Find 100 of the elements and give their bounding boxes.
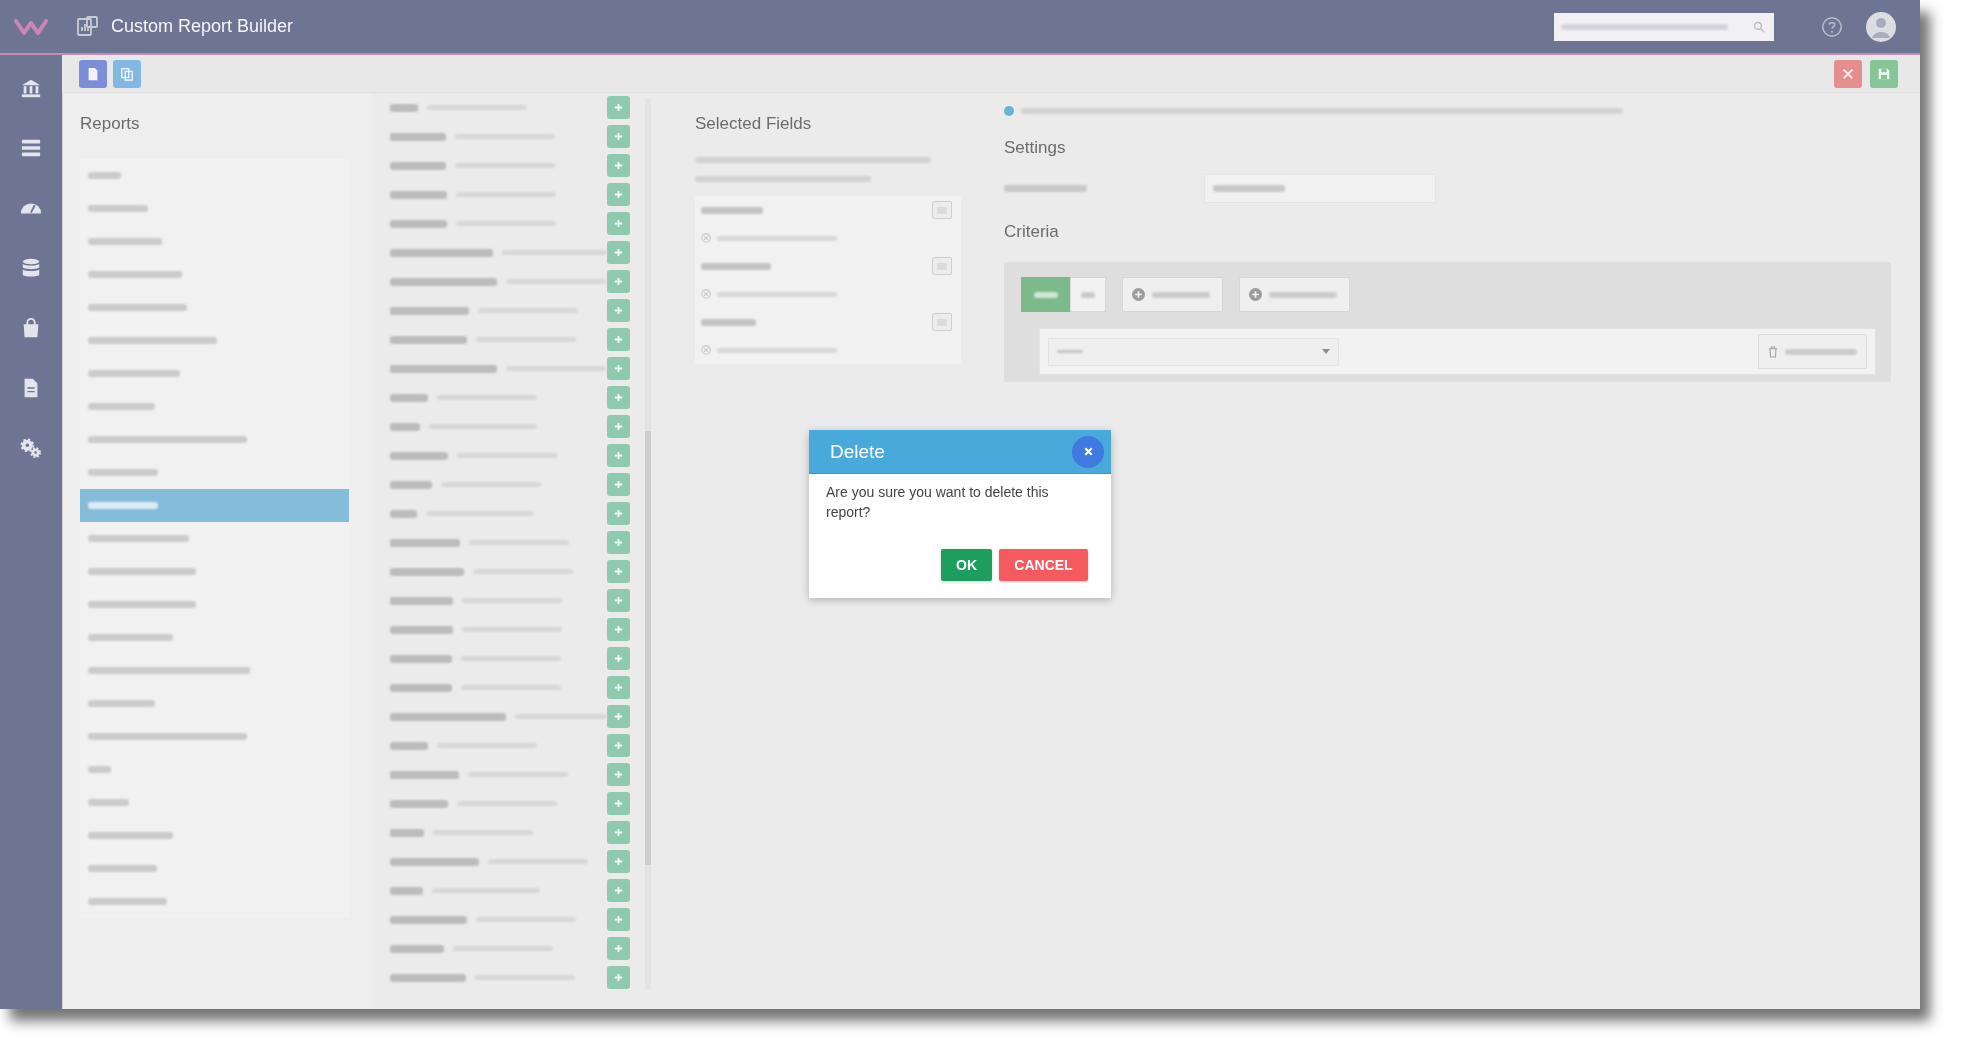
close-button[interactable] — [1072, 435, 1104, 468]
plus-icon — [614, 538, 623, 547]
dot-icon — [1004, 106, 1014, 116]
trash-icon — [1768, 345, 1778, 358]
add-field-button[interactable] — [607, 270, 630, 293]
add-field-button[interactable] — [607, 908, 630, 931]
plus-icon — [614, 132, 623, 141]
plus-icon — [614, 712, 623, 721]
add-field-button[interactable] — [607, 937, 630, 960]
add-field-button[interactable] — [607, 299, 630, 322]
add-field-button[interactable] — [607, 792, 630, 815]
blurred-text — [390, 480, 432, 489]
add-field-button[interactable] — [607, 328, 630, 351]
plus-icon — [614, 451, 623, 460]
plus-icon — [614, 480, 623, 489]
add-field-button[interactable] — [607, 531, 630, 554]
section-title: Settings — [1004, 137, 1067, 159]
add-field-button[interactable] — [607, 879, 630, 902]
close-icon — [1841, 66, 1855, 81]
blurred-text — [390, 799, 448, 808]
plus-icon — [614, 509, 623, 518]
add-field-button[interactable] — [607, 154, 630, 177]
x-circle-icon[interactable] — [701, 289, 711, 299]
blurred-text — [390, 190, 447, 199]
plus-icon — [614, 741, 623, 750]
add-field-button[interactable] — [607, 444, 630, 467]
close-button[interactable] — [1834, 59, 1862, 88]
blurred-text — [390, 132, 446, 141]
add-field-button[interactable] — [607, 589, 630, 612]
ok-button[interactable]: OK — [941, 549, 992, 581]
plus-icon — [614, 335, 623, 344]
plus-icon — [614, 886, 623, 895]
add-field-button[interactable] — [607, 386, 630, 409]
plus-icon — [614, 654, 623, 663]
add-field-button[interactable] — [607, 821, 630, 844]
field-action-button[interactable] — [932, 313, 952, 331]
gears-icon[interactable] — [20, 437, 42, 459]
bank-icon[interactable] — [20, 77, 42, 99]
add-button[interactable] — [1239, 277, 1350, 312]
add-field-button[interactable] — [607, 96, 630, 119]
delete-rule-button[interactable] — [1758, 334, 1867, 369]
add-field-button[interactable] — [607, 647, 630, 670]
add-field-button[interactable] — [607, 473, 630, 496]
plus-icon — [614, 161, 623, 170]
blurred-text — [701, 262, 771, 270]
report-item[interactable] — [80, 489, 349, 522]
field-action-button[interactable] — [932, 201, 952, 219]
new-button[interactable] — [79, 59, 107, 88]
add-field-button[interactable] — [607, 415, 630, 438]
list-icon[interactable] — [20, 137, 42, 159]
blurred-text — [390, 625, 453, 634]
help-icon[interactable] — [1821, 15, 1843, 38]
plus-icon — [614, 596, 623, 605]
blurred-text — [701, 206, 763, 214]
plus-icon — [614, 277, 623, 286]
add-field-button[interactable] — [607, 241, 630, 264]
add-field-button[interactable] — [607, 125, 630, 148]
blurred-text — [390, 509, 417, 518]
scrollbar[interactable] — [645, 99, 651, 989]
blurred-text — [701, 318, 756, 326]
add-field-button[interactable] — [607, 705, 630, 728]
add-field-button[interactable] — [607, 734, 630, 757]
close-icon — [1083, 447, 1093, 456]
add-field-button[interactable] — [607, 763, 630, 786]
cancel-button[interactable]: CANCEL — [999, 549, 1088, 581]
copy-button[interactable] — [113, 59, 141, 88]
blurred-text — [390, 422, 420, 431]
plus-icon — [614, 103, 623, 112]
add-field-button[interactable] — [607, 357, 630, 380]
add-field-button[interactable] — [607, 850, 630, 873]
dialog-message: Are you sure you want to delete this report? — [826, 483, 1050, 522]
database-icon[interactable] — [20, 257, 42, 279]
plus-icon — [614, 915, 623, 924]
x-circle-icon[interactable] — [701, 345, 711, 355]
add-field-button[interactable] — [607, 212, 630, 235]
rule-field-select[interactable] — [1048, 337, 1339, 366]
add-field-button[interactable] — [607, 560, 630, 583]
panel-title: Reports — [80, 113, 141, 135]
document-icon — [86, 66, 100, 81]
condition-toggle[interactable] — [1021, 277, 1070, 312]
condition-toggle[interactable] — [1070, 277, 1106, 312]
section-title: Criteria — [1004, 221, 1060, 243]
plus-icon — [614, 567, 623, 576]
plus-icon — [614, 944, 623, 953]
plus-icon — [614, 248, 623, 257]
add-field-button[interactable] — [607, 618, 630, 641]
add-field-button[interactable] — [607, 676, 630, 699]
add-button[interactable] — [1122, 277, 1223, 312]
avatar-icon[interactable] — [1866, 11, 1896, 42]
search-icon — [1753, 20, 1765, 33]
add-field-button[interactable] — [607, 183, 630, 206]
blurred-text — [390, 683, 452, 692]
save-button[interactable] — [1870, 59, 1898, 88]
add-field-button[interactable] — [607, 966, 630, 989]
field-action-button[interactable] — [932, 257, 952, 275]
report-name-field[interactable] — [1204, 174, 1436, 203]
x-circle-icon[interactable] — [701, 233, 711, 243]
add-field-button[interactable] — [607, 502, 630, 525]
caret-icon — [1322, 349, 1330, 354]
search-field[interactable] — [1554, 12, 1774, 41]
